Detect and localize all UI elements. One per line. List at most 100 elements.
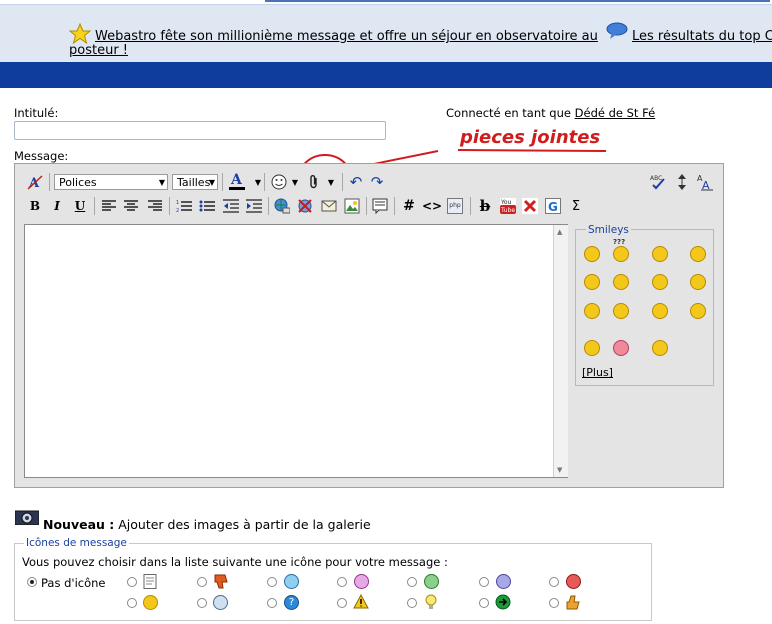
icon-radio[interactable] <box>197 598 207 608</box>
news-link-1[interactable]: Webastro fête son millionième message et… <box>69 30 599 58</box>
smileys-more-link[interactable]: [Plus] <box>582 366 613 379</box>
smiley-sad-icon[interactable] <box>652 340 668 356</box>
outdent-icon[interactable] <box>222 197 240 215</box>
quote-icon[interactable] <box>371 197 389 215</box>
textarea-scrollbar[interactable]: ▲ ▼ <box>553 225 568 477</box>
icon-radio[interactable] <box>127 598 137 608</box>
align-right-icon[interactable] <box>146 197 164 215</box>
icon-radio[interactable] <box>549 598 559 608</box>
php-icon[interactable]: php <box>446 197 464 215</box>
smiley-laugh-icon[interactable] <box>652 274 668 290</box>
smiley-wink-icon[interactable] <box>613 274 629 290</box>
smiley-shocked-icon[interactable] <box>690 274 706 290</box>
username-link[interactable]: Dédé de St Fé <box>575 106 656 120</box>
icon-radio[interactable] <box>197 577 207 587</box>
smileys-title: Smileys <box>586 224 631 236</box>
toolbar-separator <box>366 197 367 215</box>
smiley-tongue-icon[interactable] <box>584 274 600 290</box>
image-icon[interactable] <box>343 197 361 215</box>
smiley-happy-icon[interactable] <box>584 246 600 262</box>
ordered-list-icon[interactable]: 12 <box>175 197 193 215</box>
smiley-angry-icon[interactable] <box>652 246 668 262</box>
news-bar: Webastro fête son millionième message et… <box>0 4 772 63</box>
chevron-down-icon[interactable]: ▼ <box>322 173 340 191</box>
smiley-confused-icon[interactable] <box>613 246 629 262</box>
chevron-down-icon: ▼ <box>158 178 165 187</box>
smiley-glasses-icon[interactable] <box>584 303 600 319</box>
bold-button[interactable]: B <box>26 197 44 215</box>
news-link-2[interactable]: Les résultats du top C shirt WA et bons … <box>604 30 772 44</box>
redo-icon[interactable]: ↷ <box>368 173 386 191</box>
icon-radio[interactable] <box>337 577 347 587</box>
delete-icon[interactable] <box>521 197 539 215</box>
icon-radio[interactable] <box>407 598 417 608</box>
resize-icon[interactable] <box>673 173 691 191</box>
annotation-text: pieces jointes <box>460 127 601 148</box>
smiley-love-icon[interactable] <box>613 340 629 356</box>
icon-radio[interactable] <box>127 577 137 587</box>
toolbar-separator <box>94 197 95 215</box>
toolbar-separator <box>342 173 343 191</box>
cool-sunglasses-icon <box>213 595 228 610</box>
font-select[interactable]: Polices ▼ <box>54 174 168 190</box>
message-icons-legend: Icônes de message <box>24 537 129 549</box>
icon-radio[interactable] <box>267 577 277 587</box>
camera-icon <box>15 510 39 525</box>
smiley-surprised-icon[interactable] <box>690 246 706 262</box>
align-center-icon[interactable] <box>122 197 140 215</box>
smiley-thinking-icon[interactable] <box>690 303 706 319</box>
strikethrough-icon[interactable]: b <box>476 197 494 215</box>
scroll-up-icon[interactable]: ▲ <box>557 228 562 236</box>
chevron-down-icon[interactable]: ▼ <box>286 173 304 191</box>
code-button[interactable]: <> <box>422 197 442 215</box>
bullet-list-icon[interactable] <box>198 197 216 215</box>
indent-icon[interactable] <box>245 197 263 215</box>
no-icon-label: Pas d'icône <box>41 576 106 590</box>
toolbar-separator <box>268 197 269 215</box>
icon-radio[interactable] <box>479 598 489 608</box>
thumbs-down-icon <box>214 574 228 589</box>
remove-format-icon[interactable]: A <box>26 173 44 191</box>
hash-button[interactable]: # <box>400 197 418 215</box>
no-icon-radio[interactable] <box>27 577 37 587</box>
size-select[interactable]: Tailles ▼ <box>172 174 218 190</box>
title-input[interactable] <box>14 121 386 140</box>
font-size-icon[interactable]: AA <box>696 173 714 191</box>
gallery-link[interactable]: Ajouter des images à partir de la galeri… <box>118 517 370 532</box>
laugh-pink-icon <box>354 574 369 589</box>
svg-text:A: A <box>702 179 710 191</box>
arrow-right-icon <box>495 594 511 610</box>
font-color-icon[interactable]: A <box>228 172 246 190</box>
icon-radio[interactable] <box>407 577 417 587</box>
icon-radio[interactable] <box>549 577 559 587</box>
link-globe-icon[interactable] <box>273 197 291 215</box>
icon-radio[interactable] <box>479 577 489 587</box>
toolbar-separator <box>169 197 170 215</box>
italic-button[interactable]: I <box>48 197 66 215</box>
toolbar-separator <box>470 197 471 215</box>
scroll-down-icon[interactable]: ▼ <box>557 466 562 474</box>
paperclip-icon[interactable] <box>305 173 323 191</box>
smiley-rolleyes-icon[interactable] <box>584 340 600 356</box>
connected-as: Connecté en tant que Dédé de St Fé <box>446 106 655 120</box>
youtube-icon[interactable]: You Tube <box>499 197 517 215</box>
undo-icon[interactable]: ↶ <box>347 173 365 191</box>
unlink-icon[interactable] <box>296 197 314 215</box>
sigma-button[interactable]: Σ <box>567 197 585 215</box>
message-textarea[interactable] <box>24 224 568 478</box>
underline-button[interactable]: U <box>71 197 89 215</box>
icon-radio[interactable] <box>267 598 277 608</box>
thumbs-up-icon <box>566 595 580 610</box>
grin-green-icon <box>424 574 439 589</box>
email-icon[interactable] <box>320 197 338 215</box>
google-icon[interactable]: G <box>544 197 562 215</box>
toolbar-separator <box>49 173 50 191</box>
smiley-cool-icon[interactable] <box>613 303 629 319</box>
icon-radio[interactable] <box>337 598 347 608</box>
smiley-grin-icon[interactable] <box>652 303 668 319</box>
spellcheck-icon[interactable]: ABC <box>649 173 667 191</box>
svg-text:2: 2 <box>176 208 179 213</box>
svg-text:G: G <box>548 200 558 214</box>
align-left-icon[interactable] <box>100 197 118 215</box>
lightbulb-icon <box>425 594 437 609</box>
